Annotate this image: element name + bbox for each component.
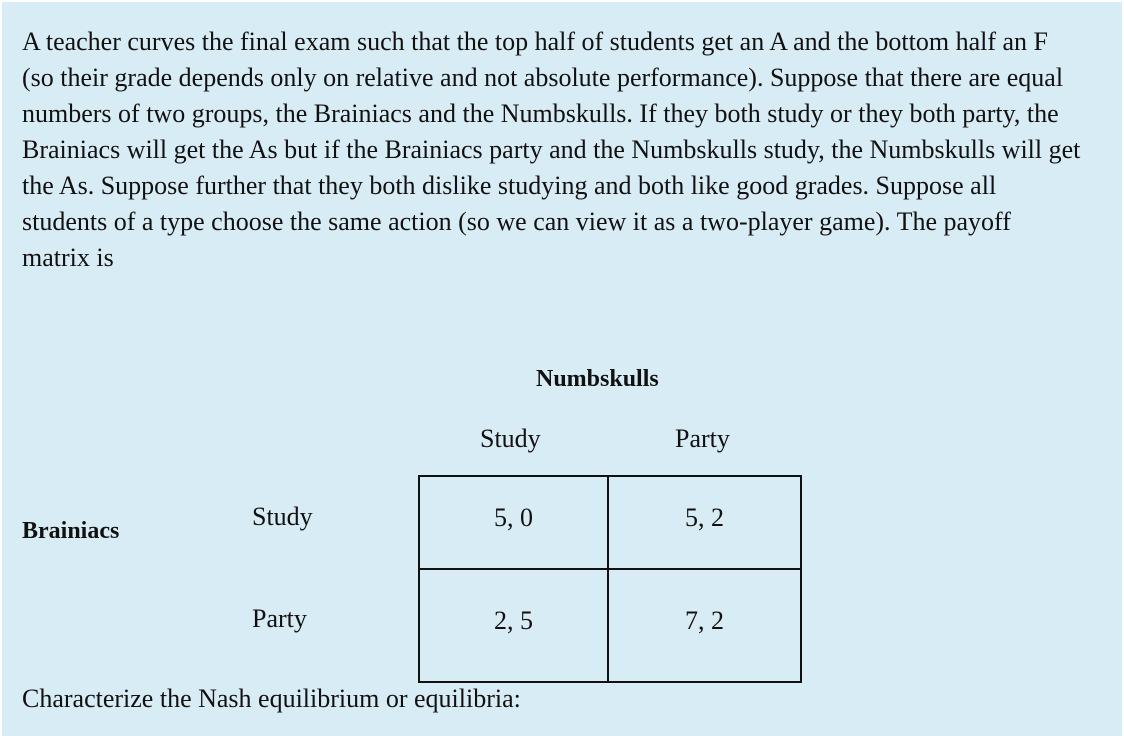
payoff-cell-study-party: 5, 2 (607, 475, 802, 570)
problem-panel: A teacher curves the final exam such tha… (2, 2, 1122, 736)
row-player-label: Brainiacs (22, 518, 120, 544)
payoff-cell-study-study: 5, 0 (418, 475, 609, 570)
column-strategy-study: Study (480, 424, 541, 453)
problem-statement: A teacher curves the final exam such tha… (22, 27, 1081, 272)
payoff-cell-party-study: 2, 5 (418, 568, 609, 683)
question-prompt: Characterize the Nash equilibrium or equ… (22, 684, 521, 713)
row-strategy-party: Party (252, 604, 307, 633)
column-player-label: Numbskulls (536, 366, 659, 392)
payoff-cell-party-party: 7, 2 (607, 568, 802, 683)
row-strategy-study: Study (252, 502, 313, 531)
payoff-matrix: 5, 0 5, 2 2, 5 7, 2 (418, 475, 802, 683)
column-strategy-party: Party (675, 424, 730, 453)
